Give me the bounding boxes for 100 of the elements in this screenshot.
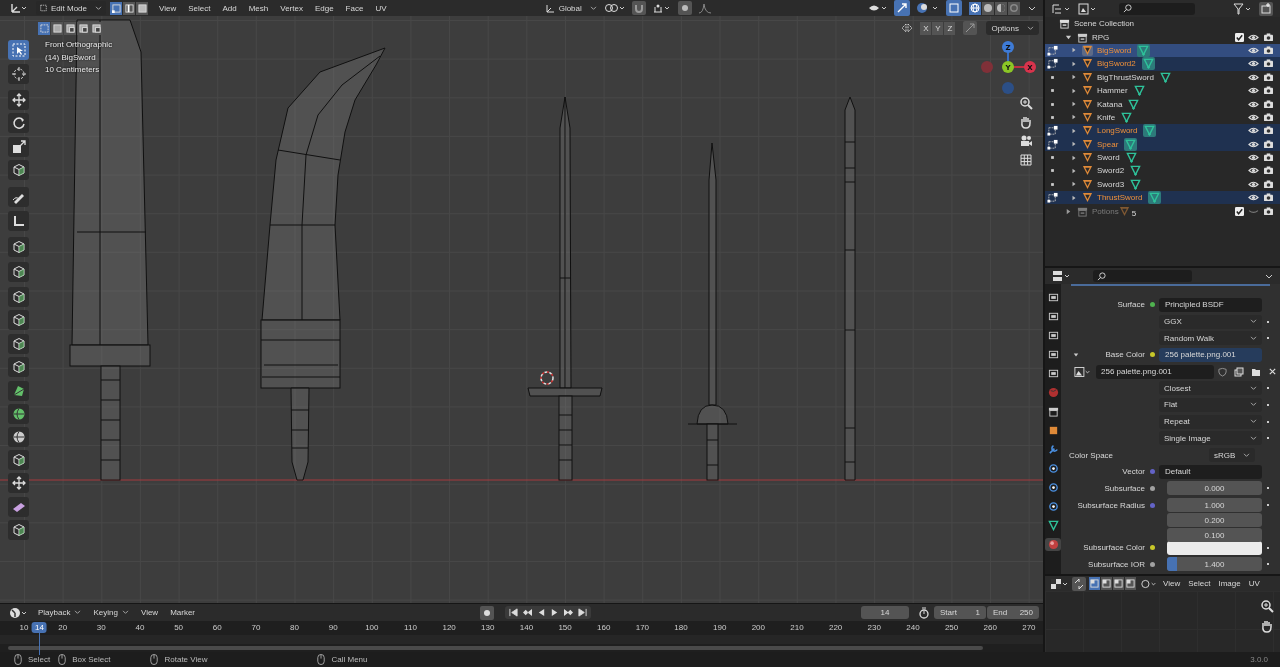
mesh-data-icon[interactable] bbox=[1143, 124, 1157, 138]
new-collection-icon[interactable] bbox=[1259, 1, 1273, 16]
duplicate-icon[interactable] bbox=[1234, 366, 1244, 377]
xray-icon[interactable] bbox=[946, 0, 962, 16]
edit-mode-icon[interactable] bbox=[1047, 44, 1058, 56]
hand-icon[interactable] bbox=[1260, 619, 1274, 633]
filter-display-icon[interactable] bbox=[1078, 2, 1098, 15]
shading-mode-button[interactable] bbox=[982, 1, 994, 15]
cube-icon[interactable] bbox=[8, 357, 29, 377]
camera-icon[interactable] bbox=[1263, 72, 1274, 82]
eye-icon[interactable] bbox=[1248, 139, 1259, 149]
camera-icon[interactable] bbox=[1263, 179, 1274, 189]
active-object-row[interactable]: BigSword bbox=[1045, 43, 1280, 58]
menu-item[interactable]: View bbox=[1159, 576, 1185, 591]
resize-icon[interactable] bbox=[8, 137, 29, 157]
menu-item[interactable]: Select bbox=[1184, 576, 1215, 591]
eye-icon[interactable] bbox=[1248, 153, 1259, 163]
edit-mode-icon[interactable] bbox=[1047, 58, 1058, 70]
four-arrows-icon[interactable] bbox=[8, 473, 29, 493]
node-link-field[interactable]: Principled BSDF bbox=[1159, 297, 1262, 312]
eye-icon[interactable] bbox=[1248, 179, 1259, 189]
end-frame-field[interactable]: End 250 bbox=[987, 606, 1039, 619]
crosshair-icon[interactable] bbox=[8, 64, 29, 84]
eye-icon[interactable] bbox=[1248, 59, 1259, 69]
edit-mode-icon[interactable] bbox=[1047, 125, 1058, 137]
menu-item[interactable]: Edge bbox=[308, 1, 340, 15]
jump-end-icon[interactable] bbox=[578, 608, 588, 617]
start-frame-field[interactable]: Start 1 bbox=[934, 606, 986, 619]
magnet-icon[interactable] bbox=[631, 1, 646, 15]
socket-dot[interactable] bbox=[1149, 469, 1155, 475]
node-link-field[interactable]: 256 palette.png.001 bbox=[1159, 347, 1262, 362]
menu-item[interactable]: Face bbox=[339, 1, 370, 15]
object-row[interactable]: ThrustSword bbox=[1045, 191, 1280, 205]
list-icon[interactable] bbox=[1052, 2, 1072, 15]
overlay-icon[interactable] bbox=[916, 1, 940, 15]
mesh-data-icon[interactable] bbox=[1159, 71, 1171, 83]
camera-icon[interactable] bbox=[1263, 193, 1274, 203]
camera-icon[interactable] bbox=[1263, 139, 1274, 149]
search-field[interactable] bbox=[1119, 2, 1195, 15]
axis-toggle[interactable]: X bbox=[920, 21, 932, 35]
menu-item[interactable]: UV bbox=[369, 1, 393, 15]
axis-toggle[interactable]: Y bbox=[932, 21, 944, 35]
box-mode-button[interactable] bbox=[38, 21, 50, 35]
mesh-data-icon[interactable] bbox=[1125, 152, 1137, 164]
wedge-icon[interactable] bbox=[8, 497, 29, 517]
menu-item[interactable]: View bbox=[134, 605, 165, 620]
ball-icon[interactable] bbox=[1045, 538, 1061, 551]
box-mode-button[interactable] bbox=[64, 21, 76, 35]
collapsed-arrow-icon[interactable] bbox=[1071, 168, 1077, 174]
proportional-icon[interactable] bbox=[677, 1, 692, 15]
play-icon[interactable] bbox=[550, 608, 560, 617]
mesh-data-icon[interactable] bbox=[1133, 85, 1145, 97]
pen-icon[interactable] bbox=[8, 187, 29, 207]
image-name-field[interactable]: 256 palette.png.001 bbox=[1096, 364, 1214, 379]
eye-icon[interactable] bbox=[1248, 166, 1259, 176]
select-mode-button[interactable] bbox=[136, 1, 148, 15]
eye-icon[interactable] bbox=[1248, 45, 1259, 55]
dropdown[interactable]: Repeat bbox=[1159, 414, 1262, 429]
edit-mode-icon[interactable] bbox=[1047, 138, 1058, 150]
scrollbar[interactable] bbox=[8, 646, 983, 650]
eye-icon[interactable] bbox=[1248, 72, 1259, 82]
editor-type-icon[interactable] bbox=[1052, 270, 1072, 282]
mesh-data-icon[interactable] bbox=[1141, 57, 1155, 71]
cube-icon[interactable] bbox=[8, 287, 29, 307]
menu-item[interactable]: Vertex bbox=[274, 1, 309, 15]
3d-cursor-icon[interactable] bbox=[540, 371, 554, 385]
collection-name[interactable]: Potions bbox=[1092, 206, 1119, 216]
eye-icon[interactable] bbox=[1248, 112, 1259, 122]
playhead-marker[interactable]: 14 bbox=[32, 622, 47, 633]
shading-mode-button[interactable] bbox=[969, 1, 981, 15]
mesh-data-icon[interactable] bbox=[1128, 98, 1140, 110]
socket-dot[interactable] bbox=[1149, 485, 1155, 491]
checkbox[interactable] bbox=[1235, 206, 1244, 216]
select-box-icon[interactable] bbox=[8, 40, 29, 60]
menu-dropdown[interactable]: Keying bbox=[87, 605, 135, 620]
eye-icon[interactable] bbox=[1248, 32, 1259, 42]
collapsed-arrow-icon[interactable] bbox=[1065, 207, 1072, 215]
stopwatch-icon[interactable] bbox=[918, 606, 930, 619]
caret-icon[interactable] bbox=[1265, 272, 1273, 280]
menu-item[interactable]: View bbox=[153, 1, 183, 15]
expanded-arrow-icon[interactable] bbox=[1065, 33, 1072, 41]
number-field[interactable]: 1.000 bbox=[1167, 498, 1262, 513]
gizmo-icon[interactable] bbox=[894, 0, 910, 16]
object-row[interactable]: Katana bbox=[1045, 97, 1280, 111]
object-row[interactable]: LongSword bbox=[1045, 124, 1280, 138]
camera-icon[interactable] bbox=[1263, 45, 1274, 55]
image-browse-icon[interactable] bbox=[1074, 365, 1092, 378]
mesh-data-icon[interactable] bbox=[1130, 178, 1142, 190]
number-field[interactable]: 0.200 bbox=[1167, 513, 1262, 528]
box-mode-button[interactable] bbox=[77, 21, 89, 35]
camera-icon[interactable] bbox=[1263, 99, 1274, 109]
four-arrows-icon[interactable] bbox=[8, 90, 29, 110]
polygon-icon[interactable] bbox=[8, 381, 29, 401]
jump-start-icon[interactable] bbox=[509, 608, 519, 617]
menu-dropdown[interactable]: Playback bbox=[32, 605, 88, 620]
color-space-dropdown[interactable]: sRGB bbox=[1209, 448, 1255, 463]
object-row[interactable]: BigThrustSword bbox=[1045, 70, 1280, 84]
camera-icon[interactable] bbox=[1263, 126, 1274, 136]
hand-icon[interactable] bbox=[1019, 115, 1033, 129]
camera-icon[interactable] bbox=[1019, 134, 1033, 148]
